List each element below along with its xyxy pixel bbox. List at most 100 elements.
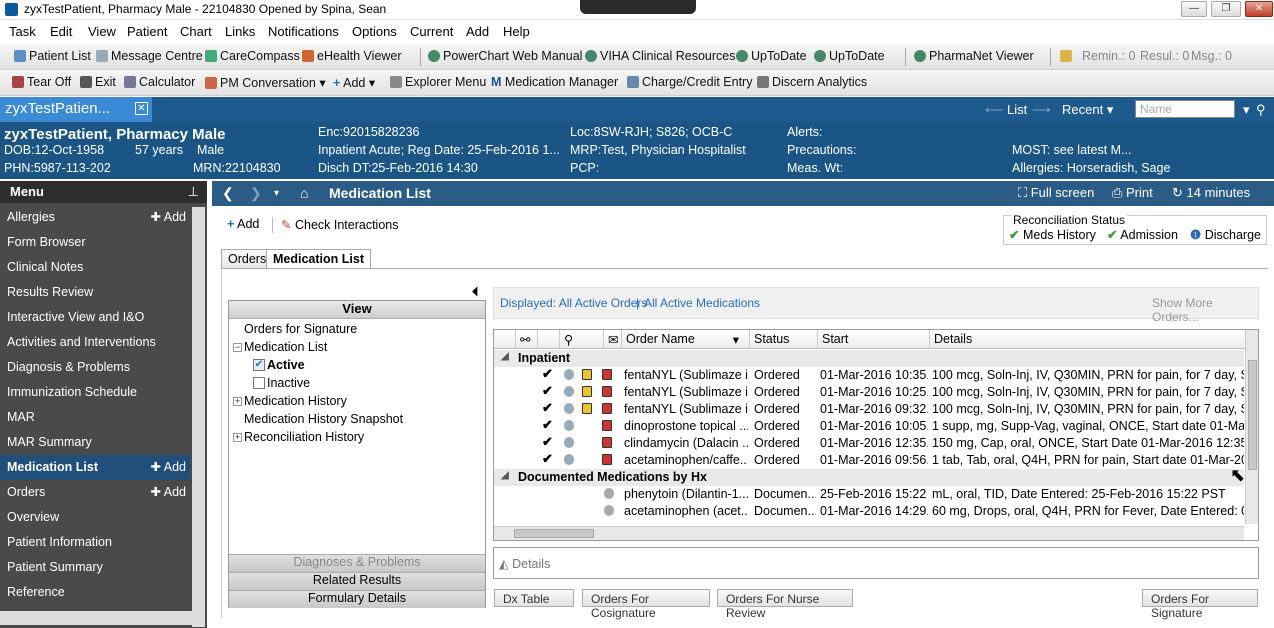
nav-reference[interactable]: Reference [0,580,190,605]
nav-patient-information[interactable]: Patient Information [0,530,190,555]
order-checkbox[interactable]: ✔ [542,418,555,432]
menu-add[interactable]: Add [466,24,489,39]
collapse-panel-icon[interactable]: ⏴ [472,284,479,300]
show-more-orders-link[interactable]: Show More Orders... [1152,296,1258,324]
table-row[interactable]: ✔ acetaminophen/caffe... Ordered 01-Mar-201… [494,452,1244,469]
active-checkbox[interactable]: ✔ [253,359,265,371]
diagnoses-problems-section[interactable]: Diagnoses & Problems [229,554,485,572]
tree-reconciliation-history[interactable]: Reconciliation History [244,430,364,444]
order-checkbox[interactable]: ✔ [542,384,555,398]
forward-icon[interactable]: ❯ [250,185,262,202]
menu-chart[interactable]: Chart [180,24,212,39]
messages-count[interactable]: Msg.: 0 [1191,49,1232,63]
history-dropdown-icon[interactable]: ▾ [274,188,279,199]
menu-options[interactable]: Options [352,24,397,39]
exit-button[interactable]: Exit [80,75,116,89]
column-pill-icon[interactable]: ⚯ [516,330,538,349]
add-allergy-button[interactable]: ✚ Add [150,209,186,224]
orders-nurse-review-button[interactable]: Orders For Nurse Review [717,589,853,620]
inactive-checkbox[interactable] [253,377,265,389]
expand-icon[interactable]: + [233,397,242,406]
list-button[interactable]: List [1007,102,1027,117]
order-name-cell[interactable]: fentaNYL (Sublimaze i... [624,402,748,416]
nav-patient-summary[interactable]: Patient Summary [0,555,190,580]
forward-arrow-icon[interactable]: ⟶ [1032,102,1051,118]
pm-conversation-button[interactable]: PM Conversation ▾ [205,75,326,90]
nav-mar[interactable]: MAR [0,405,190,430]
order-checkbox[interactable]: ✔ [542,401,555,415]
details-section[interactable]: ◭ Details [493,547,1259,579]
patient-name[interactable]: zyxTestPatient, Pharmacy Male [4,126,225,143]
column-start[interactable]: Start [818,330,930,349]
order-name-cell[interactable]: acetaminophen/caffe... [624,453,748,467]
recent-button[interactable]: Recent ▾ [1062,102,1113,118]
nav-allergies[interactable]: Allergies ✚ Add [0,205,190,230]
explorer-menu-button[interactable]: Explorer Menu [390,75,486,89]
tear-off-button[interactable]: Tear Off [12,75,71,89]
nav-interactive-view[interactable]: Interactive View and I&O [0,305,190,330]
uptodate-button-2[interactable]: UpToDate [814,49,885,63]
uptodate-button-1[interactable]: UpToDate [736,49,807,63]
details-toggle[interactable]: ◭ Details [499,556,550,571]
orders-cosignature-button[interactable]: Orders For Cosignature [582,589,710,620]
group-inpatient[interactable]: ◢ Inpatient [494,350,1244,367]
tree-inactive[interactable]: Inactive [267,376,310,390]
viha-resources-button[interactable]: VIHA Clinical Resources [585,49,735,63]
add-medication-action[interactable]: + Add [227,217,259,231]
most-status[interactable]: MOST: see latest M... [1012,143,1131,157]
charge-credit-button[interactable]: Charge/Credit Entry [627,75,752,89]
reminders-count[interactable]: Remin.: 0 [1082,49,1136,63]
discern-analytics-button[interactable]: Discern Analytics [757,75,867,89]
menu-patient[interactable]: Patient [127,24,167,39]
table-row[interactable]: ✔ fentaNYL (Sublimaze i... Ordered 01-Mar-2… [494,384,1244,401]
table-row[interactable]: ✔ dinoprostone topical ... Ordered 01-Mar-2… [494,418,1244,435]
nav-overview[interactable]: Overview [0,505,190,530]
dx-table-button[interactable]: Dx Table [494,589,574,607]
add-toolbar-button[interactable]: + Add ▾ [333,75,375,90]
menu-help[interactable]: Help [503,24,530,39]
scroll-thumb[interactable] [1248,360,1257,470]
nav-horizontal-scrollbar[interactable] [0,611,192,625]
table-row[interactable]: acetaminophen (acet... Documen... 01-Mar-2… [494,503,1244,520]
tab-medication-list[interactable]: Medication List [266,249,371,269]
patient-tab[interactable]: zyxTestPatien... ✕ [0,97,152,122]
group-documented[interactable]: ◢ Documented Medications by Hx [494,469,1244,486]
minimize-button[interactable]: — [1181,1,1207,17]
nav-diagnosis-problems[interactable]: Diagnosis & Problems [0,355,190,380]
nav-mar-summary[interactable]: MAR Summary [0,430,190,455]
pin-icon[interactable]: ⊥ [188,184,199,200]
pharmanet-viewer-button[interactable]: PharmaNet Viewer [914,49,1034,63]
add-medication-button[interactable]: ✚ Add [150,459,186,474]
column-details[interactable]: Details [930,330,1246,349]
active-medications-link[interactable]: All Active Medications [644,296,760,310]
order-checkbox[interactable]: ✔ [542,367,555,381]
related-results-section[interactable]: Related Results [229,572,485,590]
back-icon[interactable]: ❮ [222,185,234,202]
nav-clinical-notes[interactable]: Clinical Notes [0,255,190,280]
powerchart-manual-button[interactable]: PowerChart Web Manual [428,49,582,63]
patient-list-button[interactable]: Patient List [14,49,91,63]
formulary-details-section[interactable]: Formulary Details [229,590,485,608]
tree-orders-for-signature[interactable]: Orders for Signature [244,322,357,336]
expand-icon[interactable]: + [233,433,242,442]
orders-signature-button[interactable]: Orders For Signature [1142,589,1258,620]
column-note-icon[interactable]: ✉ [604,330,622,349]
nav-results-review[interactable]: Results Review [0,280,190,305]
window-grip[interactable] [580,0,696,14]
menu-current[interactable]: Current [410,24,453,39]
column-filter-icon[interactable]: ⚲ [560,330,604,349]
order-checkbox[interactable]: ✔ [542,452,555,466]
hscroll-thumb[interactable] [514,529,594,538]
tree-active[interactable]: Active [267,358,305,372]
nav-medication-list[interactable]: Medication List ✚ Add [0,455,190,480]
order-name-cell[interactable]: fentaNYL (Sublimaze i... [624,368,748,382]
column-status[interactable]: Status [750,330,818,349]
full-screen-button[interactable]: ⛶ Full screen [1018,185,1094,201]
menu-notifications[interactable]: Notifications [268,24,339,39]
order-name-cell[interactable]: phenytoin (Dilantin-1... [624,487,748,501]
nav-scrollbar[interactable] [192,207,205,627]
admission-status[interactable]: ✔ Admission [1107,227,1178,242]
tree-medication-list[interactable]: Medication List [244,340,327,354]
meds-history-status[interactable]: ✔ Meds History [1009,227,1096,242]
table-row[interactable]: ✔ fentaNYL (Sublimaze i... Ordered 01-Mar-2… [494,367,1244,384]
